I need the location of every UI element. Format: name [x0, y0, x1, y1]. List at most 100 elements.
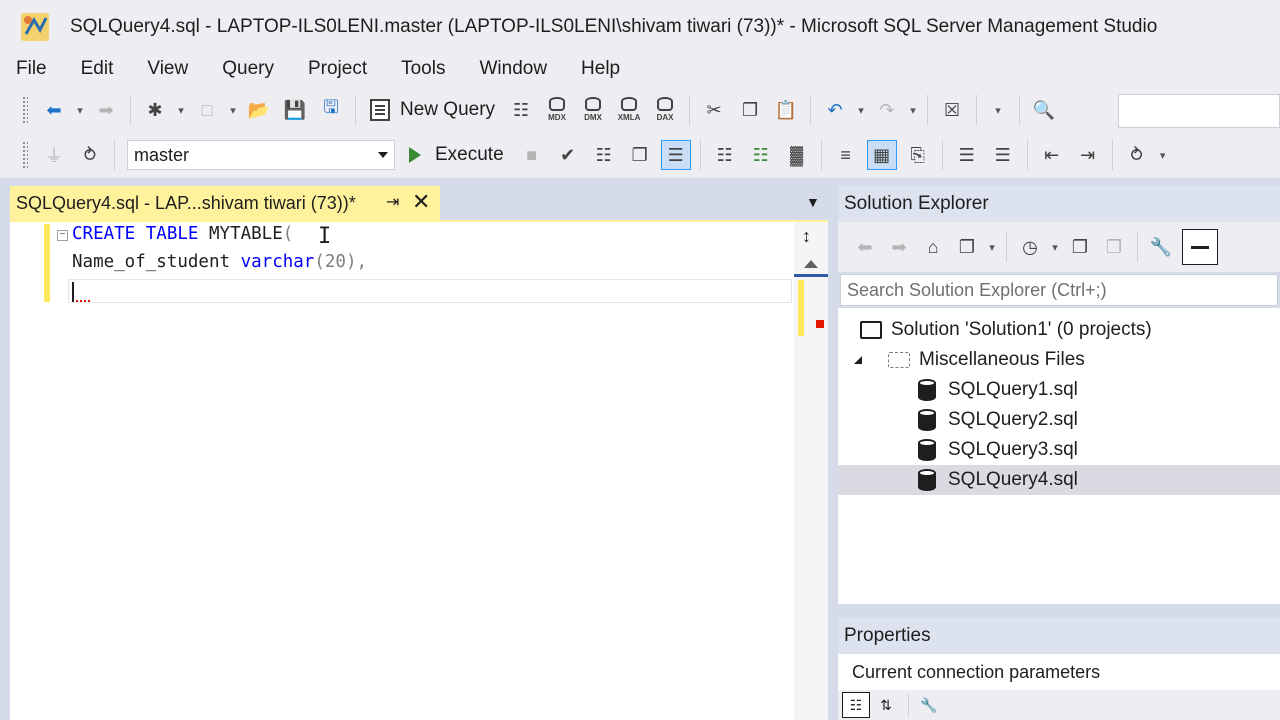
connect-icon[interactable]: ⏚	[39, 140, 69, 170]
property-pages-wrench-icon[interactable]: 🔧	[915, 692, 943, 718]
dax-query-button[interactable]: DAX	[650, 95, 680, 125]
specify-template-parameters-icon[interactable]: ⥁	[1122, 140, 1152, 170]
add-item-dropdown-icon[interactable]: ▾	[225, 104, 241, 117]
increase-indent-icon[interactable]: ⇥	[1073, 140, 1103, 170]
menu-window[interactable]: Window	[479, 58, 547, 80]
se-back-icon[interactable]: ⬅	[850, 232, 880, 262]
results-to-text-icon[interactable]: ≡	[831, 140, 861, 170]
preview-selected-items-icon[interactable]	[1182, 229, 1218, 265]
changed-lines-marker	[44, 224, 50, 302]
intellisense-enabled-icon[interactable]: ☰	[660, 140, 691, 170]
tree-item-misc-files[interactable]: Miscellaneous Files	[838, 345, 1280, 375]
new-project-dropdown-icon[interactable]: ▾	[173, 104, 189, 117]
dmx-query-button[interactable]: DMX	[578, 95, 608, 125]
xmla-query-button[interactable]: XMLA	[614, 95, 644, 125]
results-to-file-icon[interactable]: ⎘	[903, 140, 933, 170]
forward-icon[interactable]: ➡	[91, 95, 121, 125]
undo-dropdown-icon[interactable]: ▾	[853, 104, 869, 117]
tree-item-file[interactable]: SQLQuery1.sql	[838, 375, 1280, 405]
tree-item-file-selected[interactable]: SQLQuery4.sql	[838, 465, 1280, 495]
filter-dropdown-icon[interactable]: ▾	[1047, 241, 1063, 254]
properties-wrench-icon[interactable]: 🔧	[1146, 232, 1176, 262]
scroll-up-icon[interactable]	[804, 260, 818, 268]
expanded-arrow-icon[interactable]	[854, 356, 862, 364]
query-editor[interactable]: − CREATE TABLE MYTABLE( Name_of_student …	[10, 220, 828, 720]
editor-vertical-scrollbar[interactable]: ↕	[794, 222, 828, 720]
categorized-icon[interactable]: ☷	[842, 692, 870, 718]
menu-file[interactable]: File	[16, 58, 47, 80]
live-query-stats-icon[interactable]: ☷	[746, 140, 776, 170]
standard-toolbar: ⬅ ▾ ➡ ✱ ▾ □ ▾ 📂 💾 🖫 New Query ☷ MDX DMX …	[0, 88, 1280, 132]
tab-overflow-menu-icon[interactable]: ▼	[806, 194, 820, 210]
cut-icon[interactable]: ✂	[699, 95, 729, 125]
find-in-files-icon[interactable]: 🔍	[1029, 95, 1059, 125]
query-designer-icon[interactable]: ❐	[625, 140, 655, 170]
menu-project[interactable]: Project	[308, 58, 367, 80]
menu-help[interactable]: Help	[581, 58, 620, 80]
redo-icon[interactable]: ↷	[872, 95, 902, 125]
code-line-2: Name_of_student varchar(20),	[72, 252, 367, 272]
tree-item-solution[interactable]: Solution 'Solution1' (0 projects)	[838, 315, 1280, 345]
client-statistics-icon[interactable]: ▓	[782, 140, 812, 170]
available-databases-select[interactable]: master	[127, 140, 395, 170]
close-icon[interactable]: ✕	[412, 189, 430, 215]
save-icon[interactable]: 💾	[280, 95, 310, 125]
back-icon[interactable]: ⬅	[39, 95, 69, 125]
document-tab-title: SQLQuery4.sql - LAP...shivam tiwari (73)…	[16, 192, 356, 213]
switch-views-dropdown-icon[interactable]: ▾	[984, 241, 1000, 254]
back-dropdown-icon[interactable]: ▾	[72, 104, 88, 117]
find-combo-input[interactable]	[1118, 94, 1280, 128]
toolbar-grip[interactable]	[22, 141, 28, 169]
parse-checkmark-icon[interactable]: ✔	[553, 140, 583, 170]
solution-config-dropdown-icon[interactable]: ▾	[983, 104, 1013, 117]
toolbar-separator	[1026, 140, 1028, 170]
toolbar-grip[interactable]	[22, 96, 28, 124]
solution-explorer-title[interactable]: Solution Explorer	[838, 186, 1280, 222]
change-connection-icon[interactable]: ⥁	[75, 140, 105, 170]
solution-icon	[860, 321, 882, 339]
switch-views-icon[interactable]: ❐	[952, 232, 982, 262]
copy-icon[interactable]: ❐	[735, 95, 765, 125]
tree-item-file[interactable]: SQLQuery2.sql	[838, 405, 1280, 435]
database-engine-query-icon[interactable]: ☷	[506, 95, 536, 125]
menu-view[interactable]: View	[147, 58, 188, 80]
properties-toolbar: ☷ ⇅ 🔧	[838, 690, 1280, 720]
alphabetical-sort-icon[interactable]: ⇅	[872, 692, 900, 718]
split-window-icon[interactable]: ↕	[802, 226, 811, 247]
results-to-grid-icon[interactable]: ▦	[866, 140, 897, 170]
solution-explorer-search-input[interactable]: Search Solution Explorer (Ctrl+;)	[840, 274, 1278, 306]
redo-dropdown-icon[interactable]: ▾	[905, 104, 921, 117]
collapse-region-icon[interactable]: −	[57, 230, 68, 241]
decrease-indent-icon[interactable]: ⇤	[1037, 140, 1067, 170]
menu-query[interactable]: Query	[222, 58, 274, 80]
show-all-files-icon[interactable]: ❐	[1099, 232, 1129, 262]
pending-changes-filter-icon[interactable]: ◷	[1015, 232, 1045, 262]
mdx-query-button[interactable]: MDX	[542, 95, 572, 125]
open-file-icon[interactable]: 📂	[244, 95, 274, 125]
uncomment-lines-icon[interactable]: ☰	[988, 140, 1018, 170]
properties-object-label[interactable]: Current connection parameters	[852, 662, 1100, 683]
properties-title[interactable]: Properties	[838, 618, 1280, 654]
toolbar-overflow-icon[interactable]: ▾	[1155, 149, 1171, 162]
home-icon[interactable]: ⌂	[918, 232, 948, 262]
comment-lines-icon[interactable]: ☰	[952, 140, 982, 170]
add-item-icon[interactable]: □	[192, 95, 222, 125]
tree-item-file[interactable]: SQLQuery3.sql	[838, 435, 1280, 465]
new-query-button[interactable]: New Query	[370, 99, 495, 121]
paste-icon[interactable]: 📋	[771, 95, 801, 125]
se-forward-icon[interactable]: ➡	[884, 232, 914, 262]
new-project-icon[interactable]: ✱	[140, 95, 170, 125]
save-all-icon[interactable]: 🖫	[316, 95, 346, 125]
cancel-query-icon[interactable]: ■	[517, 140, 547, 170]
display-estimated-plan-icon[interactable]: ☷	[589, 140, 619, 170]
activity-monitor-icon[interactable]: ☒	[937, 95, 967, 125]
include-actual-plan-icon[interactable]: ☷	[710, 140, 740, 170]
document-tab-sqlquery4[interactable]: SQLQuery4.sql - LAP...shivam tiwari (73)…	[10, 186, 440, 220]
panel-splitter[interactable]	[828, 178, 838, 720]
execute-button[interactable]: Execute	[409, 144, 504, 166]
menu-edit[interactable]: Edit	[81, 58, 114, 80]
collapse-all-icon[interactable]: ❐	[1065, 232, 1095, 262]
pin-icon[interactable]: ⇥	[386, 192, 399, 212]
menu-tools[interactable]: Tools	[401, 58, 445, 80]
undo-icon[interactable]: ↶	[820, 95, 850, 125]
